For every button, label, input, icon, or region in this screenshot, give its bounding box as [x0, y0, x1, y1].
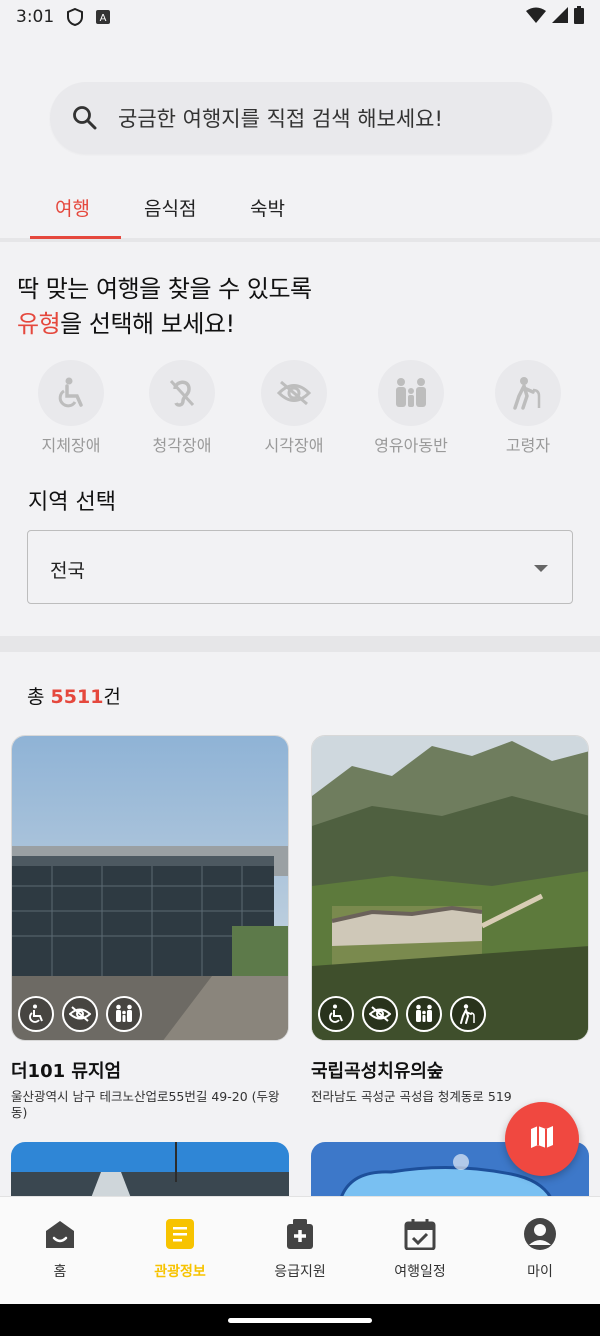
type-heading: 딱 맞는 여행을 찾을 수 있도록 유형을 선택해 보세요! — [17, 272, 312, 342]
battery-icon — [574, 6, 584, 29]
search-bar[interactable]: 궁금한 여행지를 직접 검색 해보세요! — [50, 82, 552, 154]
place-card[interactable]: 더101 뮤지엄 울산광역시 남구 테크노산업로55번길 49-20 (두왕동) — [11, 735, 289, 1121]
type-selector: 지체장애 청각장애 시각장애 영유아동반 고령자 — [0, 360, 600, 460]
gesture-bar — [0, 1304, 600, 1336]
category-tabs: 여행 음식점 숙박 — [0, 178, 600, 242]
region-select[interactable]: 전국 — [27, 530, 573, 604]
wifi-icon — [526, 7, 546, 28]
heading-line1: 딱 맞는 여행을 찾을 수 있도록 — [17, 275, 312, 303]
svg-text:A: A — [100, 13, 107, 24]
home-icon — [43, 1217, 77, 1251]
elderly-icon — [450, 996, 486, 1032]
type-label: 시각장애 — [264, 436, 324, 455]
place-photo — [311, 735, 589, 1041]
tab-restaurant[interactable]: 음식점 — [144, 194, 196, 242]
nav-label: 마이 — [527, 1264, 553, 1280]
place-name: 더101 뮤지엄 — [11, 1061, 122, 1082]
wheelchair-icon — [318, 996, 354, 1032]
type-label: 지체장애 — [41, 436, 101, 455]
result-count: 총 5511건 — [27, 682, 121, 709]
search-icon — [72, 105, 98, 131]
type-physical-disability[interactable]: 지체장애 — [16, 360, 126, 456]
eye-off-icon — [261, 360, 327, 426]
eye-off-icon — [62, 996, 98, 1032]
count-number: 5511 — [50, 686, 104, 708]
count-suffix: 건 — [103, 686, 121, 708]
nav-emergency[interactable]: 응급지원 — [240, 1217, 360, 1281]
place-card[interactable]: 국립곡성치유의숲 전라남도 곡성군 곡성읍 청계동로 519 — [311, 735, 589, 1105]
type-label: 청각장애 — [152, 436, 212, 455]
type-label: 고령자 — [505, 436, 551, 455]
active-tab-indicator — [30, 236, 121, 239]
account-icon — [523, 1217, 557, 1251]
wheelchair-icon — [18, 996, 54, 1032]
place-name: 국립곡성치유의숲 — [311, 1061, 444, 1082]
family-icon — [378, 360, 444, 426]
section-divider — [0, 636, 600, 652]
status-right — [526, 6, 584, 29]
accessibility-badges — [18, 996, 142, 1032]
ear-off-icon — [149, 360, 215, 426]
type-elderly[interactable]: 고령자 — [473, 360, 583, 456]
nav-label: 여행일정 — [394, 1264, 446, 1280]
map-icon — [529, 1124, 555, 1154]
bottom-navigation: 홈 관광정보 응급지원 여행일정 마이 — [0, 1196, 600, 1304]
region-title: 지역 선택 — [28, 490, 116, 515]
accessibility-badges — [318, 996, 486, 1032]
place-photo — [11, 735, 289, 1041]
region-selected-value: 전국 — [50, 560, 85, 582]
search-placeholder: 궁금한 여행지를 직접 검색 해보세요! — [118, 107, 443, 131]
info-doc-icon — [163, 1217, 197, 1251]
place-address: 울산광역시 남구 테크노산업로55번길 49-20 (두왕동) — [11, 1089, 280, 1120]
home-gesture-handle[interactable] — [228, 1318, 372, 1323]
calendar-check-icon — [403, 1217, 437, 1251]
nav-label: 홈 — [53, 1264, 67, 1280]
nav-itinerary[interactable]: 여행일정 — [360, 1217, 480, 1281]
nav-my[interactable]: 마이 — [480, 1217, 600, 1281]
status-bar: 3:01 A — [0, 0, 600, 34]
map-button[interactable] — [505, 1102, 579, 1176]
tab-travel[interactable]: 여행 — [55, 194, 90, 242]
shield-icon — [66, 8, 84, 26]
nav-tour-info[interactable]: 관광정보 — [120, 1217, 240, 1281]
type-label: 영유아동반 — [374, 436, 448, 455]
medical-kit-icon — [283, 1217, 317, 1251]
type-visual-disability[interactable]: 시각장애 — [239, 360, 349, 456]
elderly-icon — [495, 360, 561, 426]
signal-icon — [552, 7, 568, 28]
type-hearing-disability[interactable]: 청각장애 — [127, 360, 237, 456]
heading-line2-rest: 을 선택해 보세요! — [60, 310, 235, 338]
tab-lodging[interactable]: 숙박 — [250, 194, 285, 242]
place-card-peek[interactable] — [11, 1142, 289, 1198]
nav-label: 응급지원 — [274, 1264, 326, 1280]
chevron-down-icon — [534, 565, 548, 572]
nav-label: 관광정보 — [154, 1264, 206, 1280]
family-icon — [406, 996, 442, 1032]
count-prefix: 총 — [27, 686, 51, 708]
notification-a-icon: A — [94, 8, 112, 26]
type-infant-companion[interactable]: 영유아동반 — [356, 360, 466, 456]
heading-accent: 유형 — [17, 310, 61, 338]
eye-off-icon — [362, 996, 398, 1032]
status-time: 3:01 — [16, 7, 55, 27]
nav-home[interactable]: 홈 — [0, 1217, 120, 1281]
family-icon — [106, 996, 142, 1032]
heading-line2: 유형을 선택해 보세요! — [17, 307, 312, 342]
wheelchair-icon — [38, 360, 104, 426]
